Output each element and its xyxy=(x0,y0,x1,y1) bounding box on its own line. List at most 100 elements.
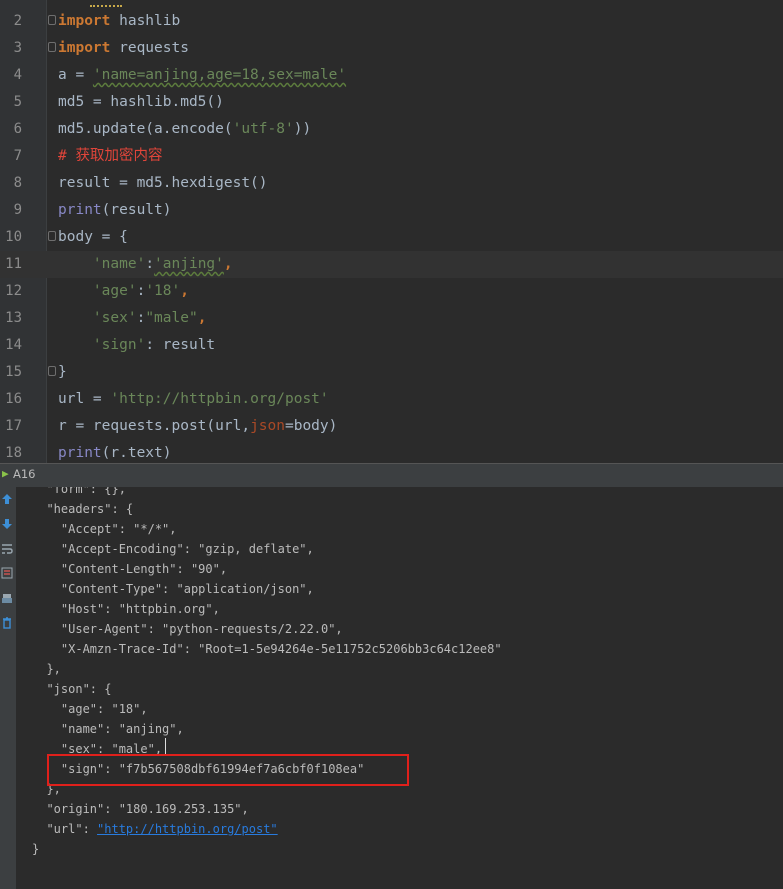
code-token: (r.text) xyxy=(101,445,172,461)
editor-line[interactable]: 18 print(r.text) xyxy=(0,440,783,463)
code-token: md5.update(a.encode( xyxy=(58,121,233,137)
code-text: print(result) xyxy=(58,197,172,224)
code-token: : xyxy=(145,256,155,272)
code-token: print xyxy=(58,202,102,218)
code-token: 'utf-8' xyxy=(232,121,294,137)
scroll-up-icon[interactable] xyxy=(0,493,14,507)
console-text: "age": "18", xyxy=(32,702,148,716)
code-text: 'sex':"male", xyxy=(58,305,207,332)
editor-line[interactable]: 11 'name':'anjing', xyxy=(0,251,783,278)
code-token: body = { xyxy=(58,229,128,245)
editor-line[interactable]: 6 md5.update(a.encode('utf-8')) xyxy=(0,116,783,143)
editor-line[interactable]: 7 # 获取加密内容 xyxy=(0,143,783,170)
code-text: 'age':'18', xyxy=(58,278,189,305)
line-number: 8 xyxy=(13,175,22,191)
console-line: "X-Amzn-Trace-Id": "Root=1-5e94264e-5e11… xyxy=(32,639,502,659)
code-token: (result) xyxy=(101,202,172,218)
console-line: "name": "anjing", xyxy=(32,719,184,739)
run-console-output[interactable]: "form": {}, "headers": { "Accept": "*/*"… xyxy=(16,487,783,889)
code-token: 'sign' xyxy=(92,337,146,353)
run-icon[interactable]: ▶ xyxy=(2,468,12,480)
line-number: 16 xyxy=(5,391,22,407)
code-token: 'age' xyxy=(92,283,137,299)
code-text: result = md5.hexdigest() xyxy=(58,170,268,197)
console-line: "Host": "httpbin.org", xyxy=(32,599,220,619)
editor-line[interactable]: 10 body = { xyxy=(0,224,783,251)
console-line: "form": {}, xyxy=(32,487,125,499)
code-token: "male" xyxy=(145,310,198,326)
code-token: , xyxy=(223,256,233,272)
soft-wrap-icon[interactable] xyxy=(0,543,14,557)
run-panel-header: ▶ A16 xyxy=(0,463,783,487)
fold-marker-icon[interactable] xyxy=(48,15,56,25)
editor-line[interactable]: 9 print(result) xyxy=(0,197,783,224)
line-number: 5 xyxy=(13,94,22,110)
code-text: r = requests.post(url,json=body) xyxy=(58,413,337,440)
code-token: : xyxy=(136,310,146,326)
console-line: "url": "http://httpbin.org/post" xyxy=(32,819,278,839)
fold-marker-icon[interactable] xyxy=(48,231,56,241)
code-token: 'name=anjing,age=18,sex=male' xyxy=(92,67,347,83)
scroll-down-icon[interactable] xyxy=(0,518,14,532)
line-number: 15 xyxy=(5,364,22,380)
code-token: : xyxy=(136,283,146,299)
editor-line[interactable]: 16 url = 'http://httpbin.org/post' xyxy=(0,386,783,413)
code-text: } xyxy=(58,359,67,386)
code-token: =body) xyxy=(284,418,338,434)
run-tab-title[interactable]: A16 xyxy=(13,467,36,481)
code-token: 'sex' xyxy=(92,310,137,326)
console-line: "headers": { xyxy=(32,499,133,519)
console-text: "Content-Length": "90", xyxy=(32,562,228,576)
spelling-warning-marker xyxy=(90,2,122,7)
code-token: result = md5.hexdigest() xyxy=(58,175,268,191)
code-token: print xyxy=(58,445,102,461)
scroll-to-end-icon[interactable] xyxy=(0,567,14,581)
code-token: )) xyxy=(293,121,312,137)
code-text: print(r.text) xyxy=(58,440,172,463)
code-text: url = 'http://httpbin.org/post' xyxy=(58,386,329,413)
line-number: 12 xyxy=(5,283,22,299)
console-line: }, xyxy=(32,659,60,679)
code-text: md5.update(a.encode('utf-8')) xyxy=(58,116,311,143)
line-number: 7 xyxy=(13,148,22,164)
line-number: 11 xyxy=(5,256,22,272)
fold-marker-icon[interactable] xyxy=(48,42,56,52)
editor-line[interactable]: 2 import hashlib xyxy=(0,8,783,35)
code-token: md5 = hashlib.md5() xyxy=(58,94,224,110)
code-token: import xyxy=(58,40,111,56)
clear-all-icon[interactable] xyxy=(0,617,14,631)
editor-line[interactable]: 15} xyxy=(0,359,783,386)
editor-line[interactable]: 13 'sex':"male", xyxy=(0,305,783,332)
editor-line[interactable]: 3 import requests xyxy=(0,35,783,62)
code-token: import xyxy=(58,13,111,29)
editor-line[interactable]: 14 'sign': result xyxy=(0,332,783,359)
console-text: "json": { xyxy=(32,682,112,696)
editor-line[interactable]: 4 a = 'name=anjing,age=18,sex=male' xyxy=(0,62,783,89)
code-editor[interactable]: 2 import hashlib 3 import requests 4 a = 'nam… xyxy=(0,0,783,463)
console-toolbar xyxy=(0,487,16,889)
console-line: "User-Agent": "python-requests/2.22.0", xyxy=(32,619,343,639)
code-token: r = requests.post(url, xyxy=(58,418,251,434)
code-text: a = 'name=anjing,age=18,sex=male' xyxy=(58,62,346,89)
editor-line[interactable]: 5 md5 = hashlib.md5() xyxy=(0,89,783,116)
console-line: "Accept-Encoding": "gzip, deflate", xyxy=(32,539,314,559)
code-token: a = xyxy=(58,67,93,83)
line-number: 14 xyxy=(5,337,22,353)
editor-line[interactable]: 8 result = md5.hexdigest() xyxy=(0,170,783,197)
line-number: 3 xyxy=(13,40,22,56)
code-token: 'name' xyxy=(92,256,146,272)
fold-marker-icon[interactable] xyxy=(48,366,56,376)
console-text: "url": xyxy=(32,822,98,836)
code-text: import requests xyxy=(58,35,189,62)
editor-line[interactable]: 12 'age':'18', xyxy=(0,278,783,305)
code-text: md5 = hashlib.md5() xyxy=(58,89,224,116)
editor-line[interactable]: 17 r = requests.post(url,json=body) xyxy=(0,413,783,440)
console-line: "Content-Length": "90", xyxy=(32,559,227,579)
code-text: 'sign': result xyxy=(58,332,215,359)
console-text: "Accept-Encoding": "gzip, deflate", xyxy=(32,542,314,556)
url-link[interactable]: "http://httpbin.org/post" xyxy=(97,822,278,836)
print-icon[interactable] xyxy=(0,593,14,607)
code-token: , xyxy=(197,310,207,326)
